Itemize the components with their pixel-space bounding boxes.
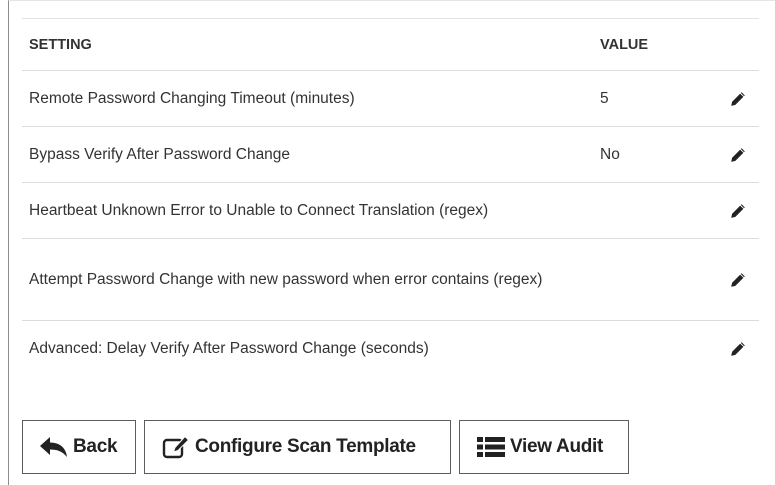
table-row: Remote Password Changing Timeout (minute… xyxy=(22,70,759,126)
configure-scan-template-label: Configure Scan Template xyxy=(195,436,416,457)
pencil-icon[interactable] xyxy=(725,142,751,168)
setting-value: No xyxy=(600,145,620,163)
row-actions xyxy=(703,336,759,362)
table-row: Heartbeat Unknown Error to Unable to Con… xyxy=(22,182,759,238)
row-actions xyxy=(703,86,759,112)
table-row: Bypass Verify After Password Change No xyxy=(22,126,759,182)
setting-name: Remote Password Changing Timeout (minute… xyxy=(29,89,355,107)
back-button[interactable]: Back xyxy=(22,420,136,474)
table-header-row: SETTING VALUE xyxy=(22,18,759,70)
configure-scan-template-button[interactable]: Configure Scan Template xyxy=(144,420,451,474)
reply-arrow-icon xyxy=(39,436,69,458)
row-actions xyxy=(703,198,759,224)
column-header-value: VALUE xyxy=(600,36,649,53)
pencil-icon[interactable] xyxy=(725,336,751,362)
list-icon xyxy=(476,436,506,458)
action-bar: Back Configure Scan Template View Audit xyxy=(22,420,629,474)
back-button-label: Back xyxy=(73,436,118,457)
setting-name: Heartbeat Unknown Error to Unable to Con… xyxy=(29,201,489,219)
row-actions xyxy=(703,267,759,293)
column-header-setting: SETTING xyxy=(29,36,92,53)
pencil-icon[interactable] xyxy=(725,198,751,224)
setting-name: Bypass Verify After Password Change xyxy=(29,145,291,163)
edit-square-icon xyxy=(161,435,191,459)
table-row: Attempt Password Change with new passwor… xyxy=(22,238,759,320)
pencil-icon[interactable] xyxy=(725,86,751,112)
setting-value: 5 xyxy=(600,89,609,107)
view-audit-label: View Audit xyxy=(510,436,604,457)
view-audit-button[interactable]: View Audit xyxy=(459,420,629,474)
pencil-icon[interactable] xyxy=(725,267,751,293)
settings-table: SETTING VALUE Remote Password Changing T… xyxy=(22,18,759,376)
row-actions xyxy=(703,142,759,168)
table-row: Advanced: Delay Verify After Password Ch… xyxy=(22,320,759,376)
setting-name: Attempt Password Change with new passwor… xyxy=(29,270,543,288)
setting-name: Advanced: Delay Verify After Password Ch… xyxy=(29,339,429,357)
